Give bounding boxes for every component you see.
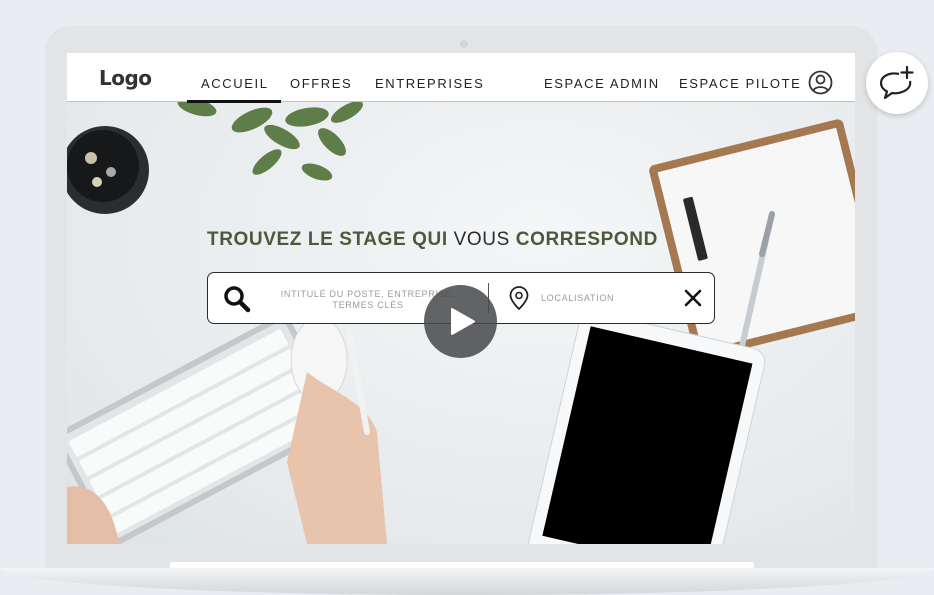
hero-section: TROUVEZ LE STAGE QUI VOUS CORRESPOND INT…: [67, 102, 855, 544]
laptop-base: [0, 568, 934, 595]
nav-item-espace-admin[interactable]: ESPACE ADMIN: [544, 76, 660, 91]
nav-item-entreprises[interactable]: ENTREPRISES: [375, 76, 484, 91]
site-logo[interactable]: Logo: [99, 66, 152, 90]
chat-add-button[interactable]: [866, 52, 928, 114]
headline-part-1: TROUVEZ LE STAGE QUI: [207, 229, 448, 250]
chat-add-icon: [879, 65, 914, 100]
search-icon[interactable]: [223, 285, 251, 313]
top-navbar: Logo ACCUEIL OFFRES ENTREPRISES ESPACE A…: [67, 53, 855, 103]
play-video-button[interactable]: [424, 285, 497, 358]
hero-headline: TROUVEZ LE STAGE QUI VOUS CORRESPOND: [207, 229, 727, 251]
play-icon: [451, 308, 475, 335]
laptop-camera: [460, 40, 468, 48]
laptop-screen: TROUVEZ LE STAGE QUI VOUS CORRESPOND INT…: [67, 53, 855, 544]
user-circle-icon[interactable]: [808, 70, 833, 95]
nav-item-espace-pilote[interactable]: ESPACE PILOTE: [679, 76, 801, 91]
map-pin-icon: [509, 286, 529, 311]
headline-part-3: CORRESPOND: [515, 229, 658, 250]
headline-part-2: VOUS: [453, 229, 510, 250]
location-input[interactable]: LOCALISATION: [541, 293, 614, 303]
nav-item-accueil[interactable]: ACCUEIL: [187, 76, 281, 103]
nav-item-offres[interactable]: OFFRES: [290, 76, 352, 91]
close-icon[interactable]: [684, 289, 702, 307]
